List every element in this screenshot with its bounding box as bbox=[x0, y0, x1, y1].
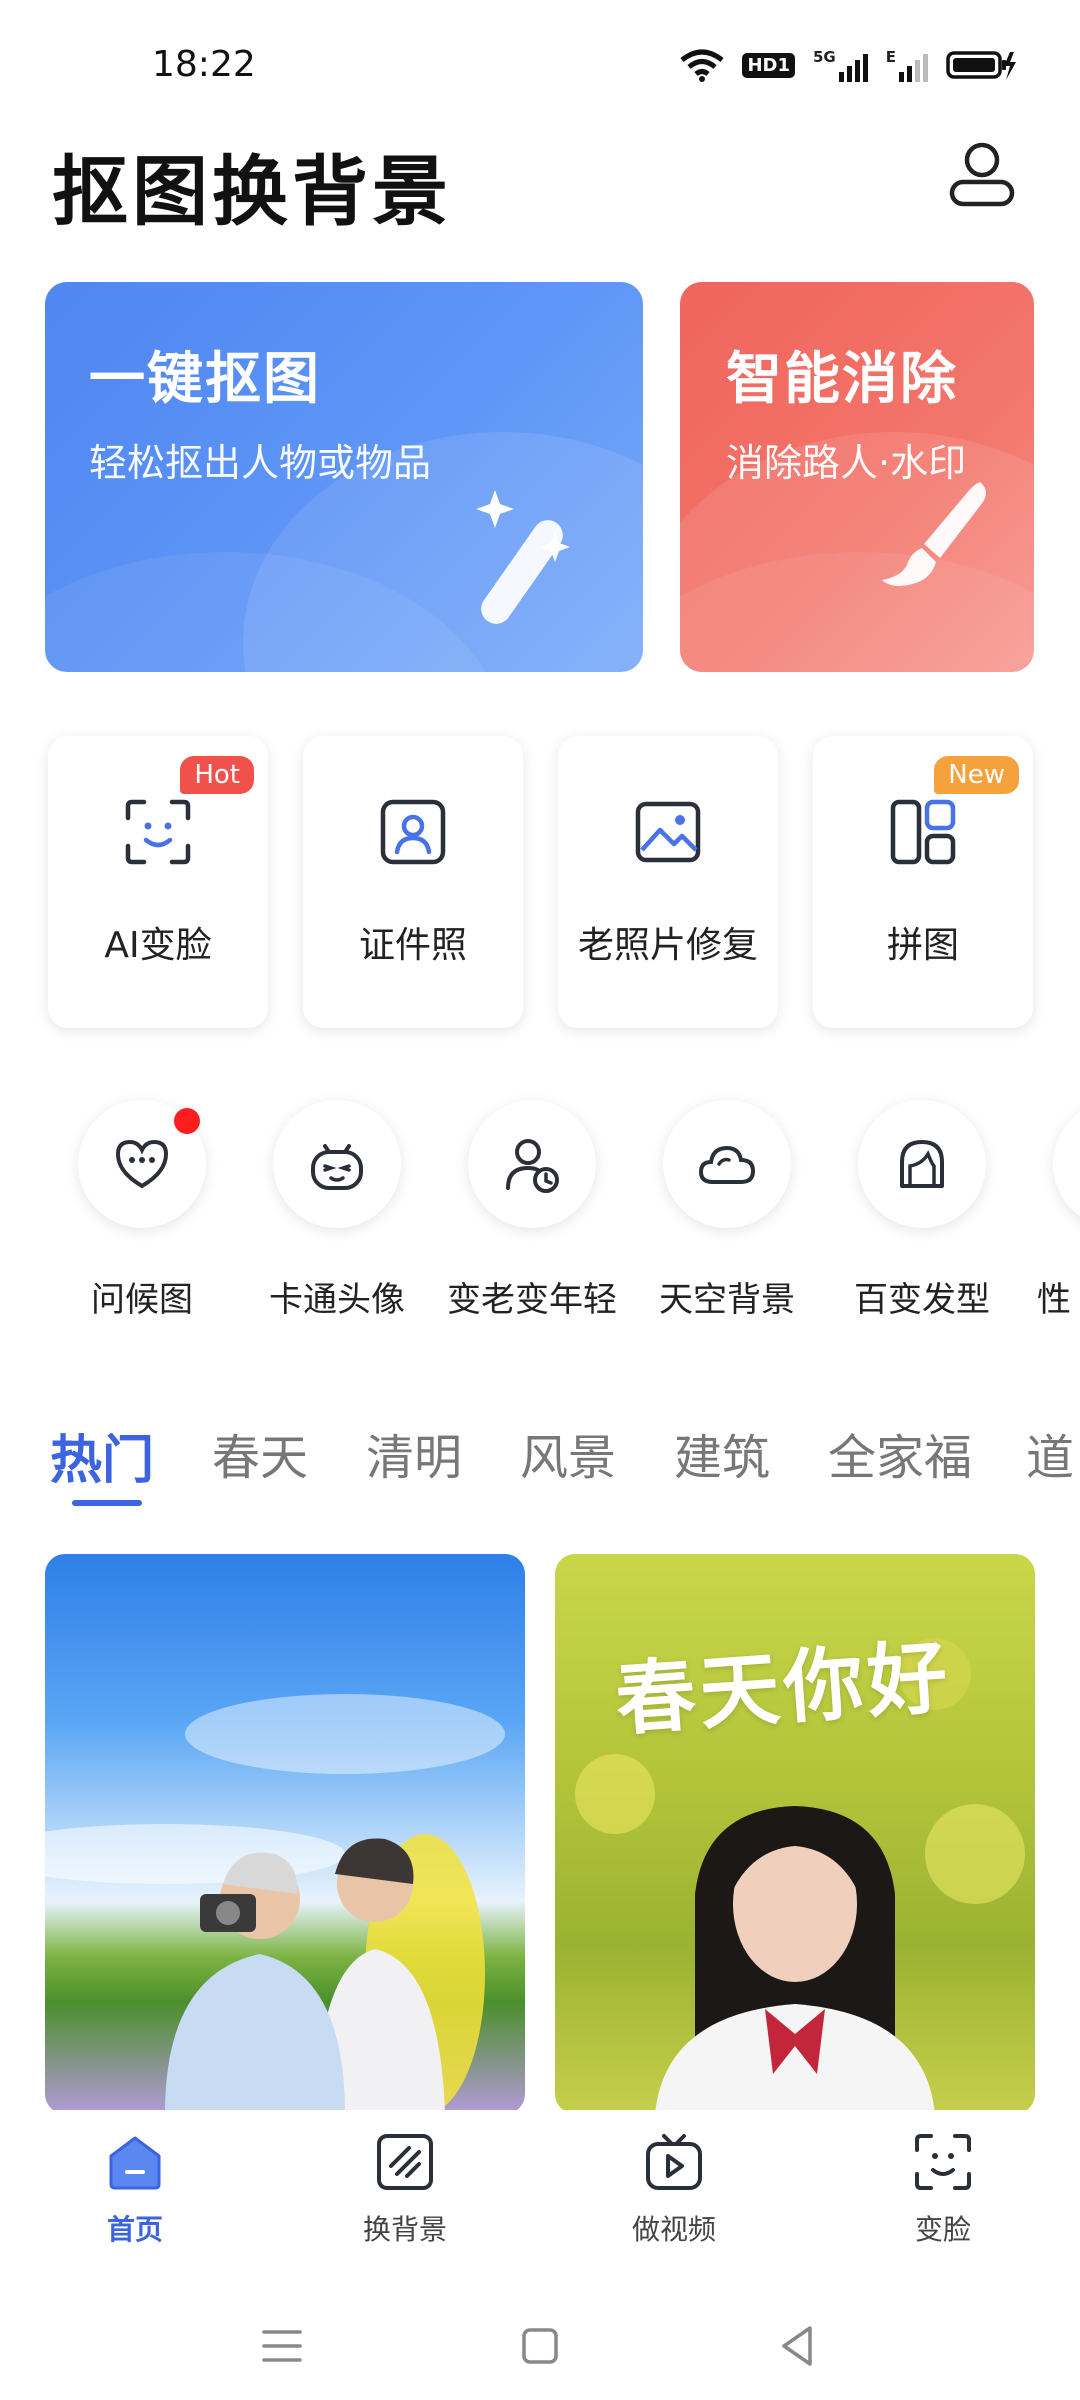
round-tool-label: 百变发型 bbox=[854, 1280, 990, 1320]
round-tool-label: 天空背景 bbox=[659, 1280, 795, 1320]
profile-button[interactable] bbox=[944, 136, 1020, 212]
tab-qingming[interactable]: 清明 bbox=[366, 1418, 462, 1488]
tool-label: 老照片修复 bbox=[577, 925, 758, 966]
notification-dot bbox=[174, 1108, 200, 1134]
status-icons: HD1 5G E bbox=[680, 48, 1018, 82]
app-title: 抠图换背景 bbox=[52, 147, 452, 236]
tab-architecture[interactable]: 建筑 bbox=[674, 1418, 770, 1488]
system-navigation-bar bbox=[0, 2290, 1080, 2400]
back-icon[interactable] bbox=[768, 2316, 828, 2376]
menu-icon[interactable] bbox=[252, 2316, 312, 2376]
tool-collage[interactable]: New 拼图 bbox=[813, 736, 1033, 1028]
collage-icon bbox=[890, 799, 956, 865]
nav-make-video[interactable]: 做视频 bbox=[584, 2130, 764, 2248]
tool-label: AI变脸 bbox=[104, 925, 212, 966]
signal-e-icon: E bbox=[886, 48, 928, 82]
person-clock-icon bbox=[506, 1139, 559, 1193]
face-scan-icon bbox=[915, 2134, 971, 2190]
magic-wand-icon bbox=[476, 490, 570, 624]
face-scan-icon bbox=[125, 799, 191, 865]
brush-icon bbox=[882, 482, 986, 586]
tool-photo-restore[interactable]: 老照片修复 bbox=[558, 736, 778, 1028]
nav-label: 首页 bbox=[106, 2213, 163, 2246]
nav-label: 做视频 bbox=[631, 2213, 716, 2246]
home-icon bbox=[109, 2136, 161, 2190]
hd-badge: HD1 bbox=[742, 52, 795, 78]
tool-label: 拼图 bbox=[886, 925, 959, 966]
battery-icon bbox=[946, 51, 1016, 80]
cutout-card-title: 一键抠图 bbox=[89, 347, 321, 412]
user-icon bbox=[949, 142, 1015, 207]
elderly-couple-photo bbox=[45, 1694, 505, 2114]
photo-overlay-text: 春天你好 bbox=[612, 1630, 955, 1747]
round-tool-label: 性 bbox=[1037, 1280, 1071, 1320]
tab-more[interactable]: 道 bbox=[1026, 1418, 1074, 1488]
round-tool-label: 变老变年轻 bbox=[447, 1280, 617, 1320]
replace-background-icon bbox=[377, 2134, 433, 2190]
cutout-card[interactable]: 一键抠图 轻松抠出人物或物品 bbox=[45, 282, 643, 672]
id-photo-icon bbox=[380, 799, 446, 865]
category-tabs: 热门 春天 清明 风景 建筑 全家福 道 bbox=[50, 1418, 1080, 1518]
status-bar: 18:22 HD1 5G E bbox=[0, 0, 1080, 120]
nav-replace-background[interactable]: 换背景 bbox=[315, 2130, 495, 2248]
tool-label: 证件照 bbox=[358, 925, 467, 966]
tab-hot[interactable]: 热门 bbox=[50, 1418, 154, 1493]
status-time: 18:22 bbox=[152, 44, 256, 85]
wifi-icon bbox=[680, 49, 725, 82]
nav-home[interactable]: 首页 bbox=[45, 2130, 225, 2248]
erase-card[interactable]: 智能消除 消除路人·水印 bbox=[680, 282, 1034, 672]
tab-scenery[interactable]: 风景 bbox=[520, 1418, 616, 1488]
round-tool-label: 问候图 bbox=[91, 1280, 193, 1320]
template-card-elderly-couple[interactable] bbox=[45, 1554, 525, 2114]
tool-ai-face-swap[interactable]: Hot AI变脸 bbox=[48, 736, 268, 1028]
hot-badge: Hot bbox=[180, 756, 254, 794]
heart-chat-icon bbox=[115, 1139, 169, 1189]
new-badge: New bbox=[934, 756, 1019, 794]
tab-family-photo[interactable]: 全家福 bbox=[828, 1418, 972, 1488]
image-icon bbox=[635, 801, 701, 863]
network-e-label: E bbox=[885, 48, 896, 66]
hairstyle-icon bbox=[900, 1140, 944, 1188]
active-tab-indicator bbox=[72, 1500, 142, 1506]
bottom-navigation: 首页 换背景 做视频 变脸 bbox=[0, 2110, 1080, 2280]
video-icon bbox=[646, 2134, 702, 2190]
tab-spring[interactable]: 春天 bbox=[212, 1418, 308, 1488]
network-5g-label: 5G bbox=[813, 48, 836, 66]
template-card-spring[interactable]: 春天你好 bbox=[555, 1554, 1035, 2114]
cartoon-face-icon bbox=[311, 1144, 363, 1190]
cutout-card-subtitle: 轻松抠出人物或物品 bbox=[89, 441, 432, 485]
home-square-icon[interactable] bbox=[510, 2316, 570, 2376]
nav-label: 变脸 bbox=[914, 2213, 971, 2246]
tool-id-photo[interactable]: 证件照 bbox=[303, 736, 523, 1028]
nav-label: 换背景 bbox=[362, 2213, 447, 2246]
erase-card-title: 智能消除 bbox=[726, 347, 958, 412]
cloud-icon bbox=[698, 1145, 756, 1184]
round-tool-label: 卡通头像 bbox=[269, 1280, 405, 1320]
nav-face-swap[interactable]: 变脸 bbox=[853, 2130, 1033, 2248]
signal-5g-icon: 5G bbox=[813, 48, 868, 82]
